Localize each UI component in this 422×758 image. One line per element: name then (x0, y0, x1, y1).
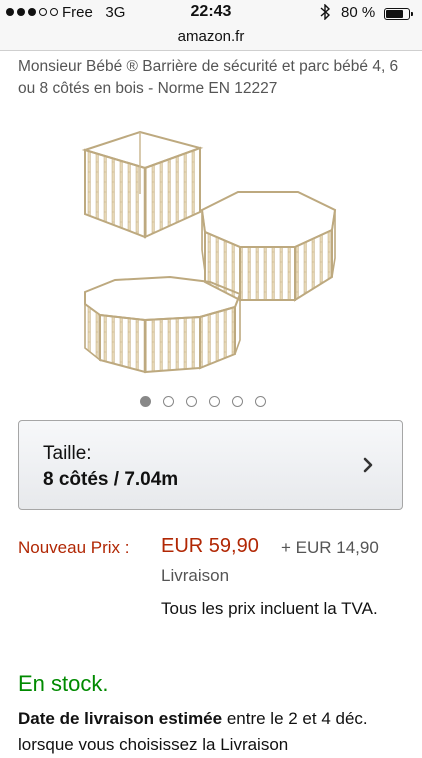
product-title: Monsieur Bébé ® Barrière de sécurité et … (18, 58, 399, 97)
playpen-8-sides (84, 275, 242, 374)
address-bar[interactable]: amazon.fr (0, 26, 422, 51)
size-selector-button[interactable]: Taille: 8 côtés / 7.04m (18, 420, 403, 510)
product-image[interactable] (70, 122, 360, 384)
carousel-dot[interactable] (186, 396, 197, 407)
stock-status: En stock. (18, 671, 109, 696)
carousel-dot[interactable] (140, 396, 151, 407)
carousel-dot[interactable] (255, 396, 266, 407)
chevron-right-icon (363, 457, 373, 473)
shipping-label: Livraison (161, 566, 230, 585)
url-text: amazon.fr (177, 28, 245, 45)
price-label: Nouveau Prix : (18, 538, 130, 557)
carousel-dot[interactable] (163, 396, 174, 407)
carousel-dot[interactable] (232, 396, 243, 407)
battery-icon (384, 8, 413, 20)
tax-note: Tous les prix incluent la TVA. (161, 599, 378, 618)
delivery-estimate-heading: Date de livraison estimée (18, 709, 223, 728)
status-bar: Free 3G 22:43 80 % (0, 0, 422, 26)
size-value: 8 côtés / 7.04m (43, 469, 179, 490)
image-carousel-dots[interactable] (140, 396, 266, 407)
size-label: Taille: (43, 443, 92, 464)
bluetooth-icon (319, 3, 331, 24)
playpen-4-sides (81, 130, 204, 239)
playpen-6-sides (200, 191, 337, 302)
shipping-cost: + EUR 14,90 (281, 538, 379, 557)
price-amount: EUR 59,90 (161, 535, 259, 557)
carousel-dot[interactable] (209, 396, 220, 407)
delivery-estimate: Date de livraison estimée entre le 2 et … (18, 706, 410, 758)
battery-percent: 80 % (341, 4, 376, 21)
